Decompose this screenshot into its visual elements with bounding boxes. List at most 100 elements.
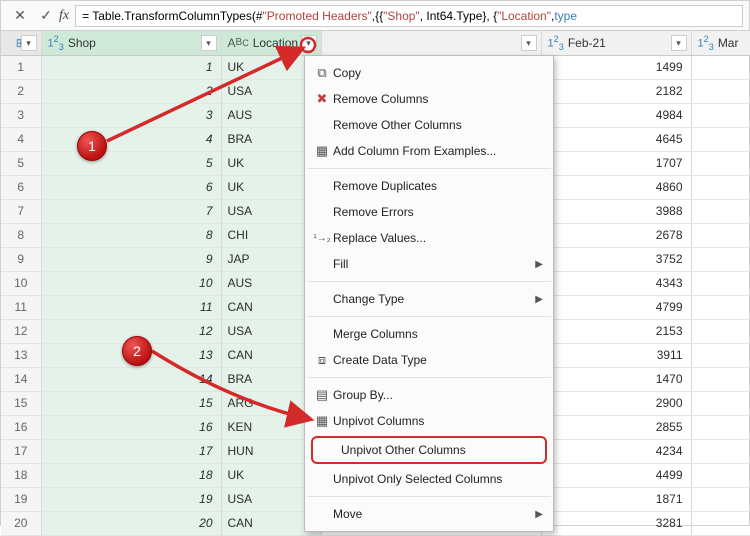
row-number[interactable]: 1 [1, 55, 41, 79]
cell-feb[interactable]: 2900 [541, 391, 691, 415]
cell-mar[interactable] [691, 391, 750, 415]
cell-feb[interactable]: 3911 [541, 343, 691, 367]
formula-input[interactable]: = Table.TransformColumnTypes(#"Promoted … [75, 5, 743, 27]
cell-mar[interactable] [691, 151, 750, 175]
row-number[interactable]: 5 [1, 151, 41, 175]
cell-shop[interactable]: 15 [41, 391, 221, 415]
menu-add-column-from-examples[interactable]: ▦Add Column From Examples... [305, 138, 553, 164]
menu-merge-columns[interactable]: Merge Columns [305, 321, 553, 347]
row-number[interactable]: 11 [1, 295, 41, 319]
column-header-feb[interactable]: 123 Feb-21 ▾ [541, 31, 691, 55]
cell-mar[interactable] [691, 295, 750, 319]
row-number[interactable]: 13 [1, 343, 41, 367]
cell-shop[interactable]: 19 [41, 487, 221, 511]
cell-mar[interactable] [691, 247, 750, 271]
row-number[interactable]: 18 [1, 463, 41, 487]
cell-mar[interactable] [691, 343, 750, 367]
cell-feb[interactable]: 4799 [541, 295, 691, 319]
menu-unpivot-only-selected[interactable]: Unpivot Only Selected Columns [305, 466, 553, 492]
cell-feb[interactable]: 4499 [541, 463, 691, 487]
menu-remove-other-columns[interactable]: Remove Other Columns [305, 112, 553, 138]
filter-dropdown[interactable]: ▾ [201, 35, 217, 51]
cell-mar[interactable] [691, 415, 750, 439]
cell-mar[interactable] [691, 127, 750, 151]
cell-mar[interactable] [691, 319, 750, 343]
cell-mar[interactable] [691, 367, 750, 391]
row-number[interactable]: 3 [1, 103, 41, 127]
cell-shop[interactable]: 9 [41, 247, 221, 271]
cell-shop[interactable]: 10 [41, 271, 221, 295]
menu-unpivot-other-columns[interactable]: Unpivot Other Columns [311, 436, 547, 464]
filter-dropdown[interactable]: ▾ [671, 35, 687, 51]
cell-feb[interactable]: 4343 [541, 271, 691, 295]
row-number[interactable]: 4 [1, 127, 41, 151]
cell-feb[interactable]: 2855 [541, 415, 691, 439]
row-number[interactable]: 7 [1, 199, 41, 223]
cell-mar[interactable] [691, 439, 750, 463]
select-all-corner[interactable]: ⊞▾ [1, 31, 41, 55]
column-header-location[interactable]: ABC Location ▾ [221, 31, 321, 55]
cell-feb[interactable]: 4984 [541, 103, 691, 127]
cell-feb[interactable]: 1707 [541, 151, 691, 175]
cell-feb[interactable]: 2678 [541, 223, 691, 247]
cell-mar[interactable] [691, 271, 750, 295]
cell-shop[interactable]: 7 [41, 199, 221, 223]
row-number[interactable]: 2 [1, 79, 41, 103]
cell-feb[interactable]: 3752 [541, 247, 691, 271]
cell-shop[interactable]: 20 [41, 511, 221, 535]
cell-shop[interactable]: 8 [41, 223, 221, 247]
cell-mar[interactable] [691, 223, 750, 247]
row-number[interactable]: 15 [1, 391, 41, 415]
cell-mar[interactable] [691, 199, 750, 223]
cell-feb[interactable]: 2153 [541, 319, 691, 343]
cell-mar[interactable] [691, 103, 750, 127]
cell-shop[interactable]: 18 [41, 463, 221, 487]
menu-fill[interactable]: Fill▶ [305, 251, 553, 277]
menu-remove-columns[interactable]: ✖Remove Columns [305, 86, 553, 112]
corner-dropdown[interactable]: ▾ [21, 35, 37, 51]
row-number[interactable]: 8 [1, 223, 41, 247]
row-number[interactable]: 20 [1, 511, 41, 535]
menu-copy[interactable]: ⧉Copy [305, 60, 553, 86]
cell-shop[interactable]: 14 [41, 367, 221, 391]
menu-move[interactable]: Move▶ [305, 501, 553, 527]
filter-dropdown[interactable]: ▾ [521, 35, 537, 51]
cell-shop[interactable]: 17 [41, 439, 221, 463]
cell-mar[interactable] [691, 175, 750, 199]
menu-remove-duplicates[interactable]: Remove Duplicates [305, 173, 553, 199]
filter-dropdown[interactable]: ▾ [301, 35, 317, 51]
row-number[interactable]: 6 [1, 175, 41, 199]
menu-unpivot-columns[interactable]: ▦Unpivot Columns [305, 408, 553, 434]
row-number[interactable]: 9 [1, 247, 41, 271]
cell-shop[interactable]: 4 [41, 127, 221, 151]
cell-mar[interactable] [691, 487, 750, 511]
column-header-mar[interactable]: 123 Mar [691, 31, 750, 55]
cell-shop[interactable]: 3 [41, 103, 221, 127]
cell-feb[interactable]: 4860 [541, 175, 691, 199]
row-number[interactable]: 12 [1, 319, 41, 343]
column-header-blank[interactable]: ▾ [321, 31, 541, 55]
menu-replace-values[interactable]: ¹→₂Replace Values... [305, 225, 553, 251]
row-number[interactable]: 17 [1, 439, 41, 463]
cell-feb[interactable]: 1871 [541, 487, 691, 511]
cell-feb[interactable]: 1470 [541, 367, 691, 391]
menu-change-type[interactable]: Change Type▶ [305, 286, 553, 312]
cell-mar[interactable] [691, 79, 750, 103]
cancel-formula-button[interactable]: ✕ [7, 5, 33, 27]
cell-mar[interactable] [691, 55, 750, 79]
row-number[interactable]: 10 [1, 271, 41, 295]
cell-shop[interactable]: 2 [41, 79, 221, 103]
cell-feb[interactable]: 2182 [541, 79, 691, 103]
cell-feb[interactable]: 4234 [541, 439, 691, 463]
row-number[interactable]: 16 [1, 415, 41, 439]
row-number[interactable]: 19 [1, 487, 41, 511]
cell-feb[interactable]: 3281 [541, 511, 691, 535]
cell-shop[interactable]: 5 [41, 151, 221, 175]
cell-feb[interactable]: 4645 [541, 127, 691, 151]
menu-group-by[interactable]: ▤Group By... [305, 382, 553, 408]
menu-create-data-type[interactable]: ⧈Create Data Type [305, 347, 553, 373]
row-number[interactable]: 14 [1, 367, 41, 391]
cell-shop[interactable]: 16 [41, 415, 221, 439]
cell-mar[interactable] [691, 511, 750, 535]
cell-mar[interactable] [691, 463, 750, 487]
